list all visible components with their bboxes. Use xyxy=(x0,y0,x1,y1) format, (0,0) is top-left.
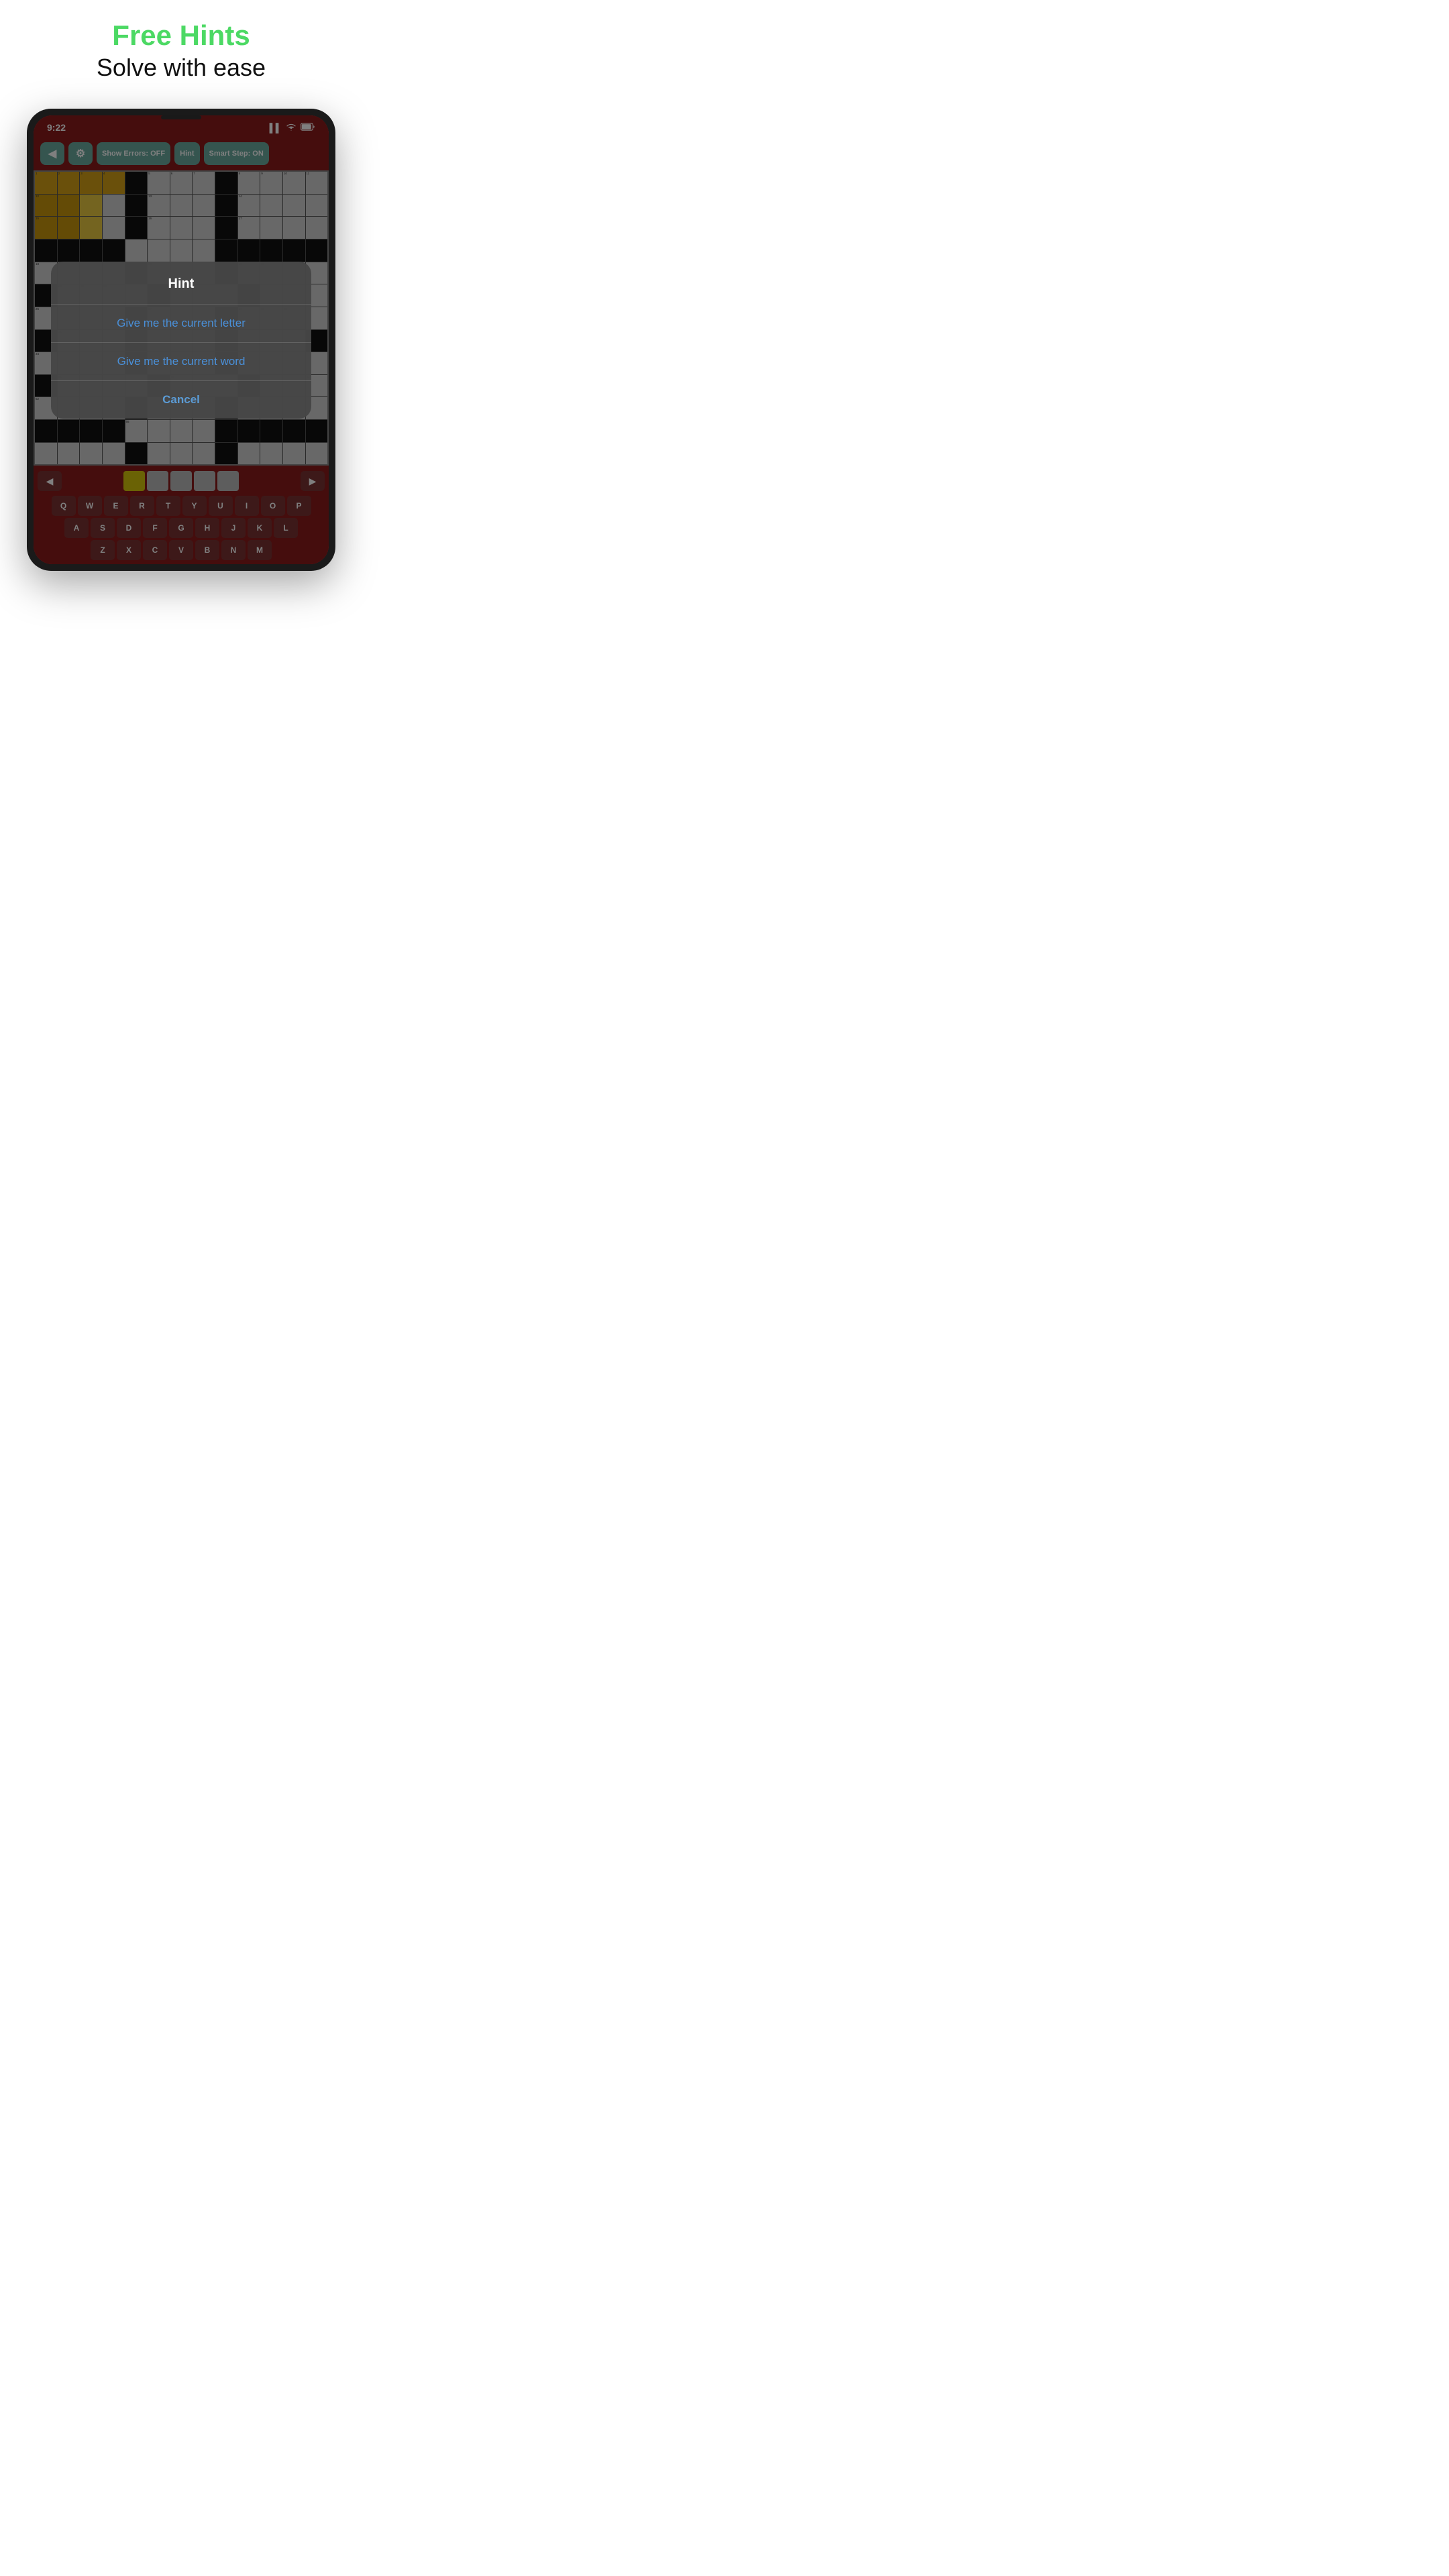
page-header: Free Hints Solve with ease xyxy=(83,0,279,95)
hint-option-word[interactable]: Give me the current word xyxy=(51,343,311,380)
device-screen: 9:22 ▌▌ xyxy=(34,115,329,564)
device-frame: 9:22 ▌▌ xyxy=(27,109,335,571)
hint-cancel-button[interactable]: Cancel xyxy=(51,381,311,419)
page-title: Free Hints xyxy=(97,20,266,51)
hint-modal: Hint Give me the current letter Give me … xyxy=(51,262,311,419)
hint-option-letter[interactable]: Give me the current letter xyxy=(51,305,311,342)
page-subtitle: Solve with ease xyxy=(97,54,266,82)
hint-modal-title: Hint xyxy=(51,262,311,304)
hint-overlay: Hint Give me the current letter Give me … xyxy=(34,115,329,564)
